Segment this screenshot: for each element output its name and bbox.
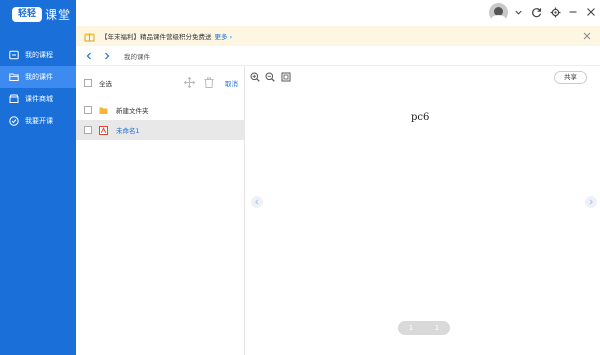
account-dropdown-button[interactable] <box>512 6 524 18</box>
zoom-out-icon[interactable] <box>265 72 275 82</box>
file-panel: 全选 取消 新建文件夹 未命名1 <box>76 66 245 355</box>
next-slide-button[interactable] <box>585 196 597 208</box>
sidebar-item-label: 我要开课 <box>25 117 53 125</box>
row-checkbox[interactable] <box>84 106 92 114</box>
row-checkbox[interactable] <box>84 126 92 134</box>
page-current: 1 <box>408 324 414 332</box>
minimize-icon <box>569 11 577 13</box>
gift-icon <box>84 33 95 41</box>
select-all-label[interactable]: 全选 <box>99 78 112 88</box>
check-circle-icon <box>9 116 19 126</box>
notice-close-icon[interactable] <box>582 31 592 41</box>
title-bar <box>76 0 600 26</box>
minimize-button[interactable] <box>567 6 579 18</box>
fit-screen-icon[interactable] <box>281 72 291 82</box>
settings-button[interactable] <box>549 6 561 18</box>
sidebar-item-open-course[interactable]: 我要开课 <box>0 110 76 132</box>
close-button[interactable] <box>585 6 597 18</box>
chevron-left-icon <box>86 52 91 59</box>
logo-mark: 轻轻 <box>12 6 42 22</box>
page-total: 1 <box>434 324 440 332</box>
file-name: 新建文件夹 <box>116 107 149 115</box>
chevron-left-icon <box>255 199 259 205</box>
chevron-right-icon <box>105 52 110 59</box>
notice-more-label: 更多 <box>214 33 228 41</box>
zoom-in-icon[interactable] <box>250 72 260 82</box>
avatar[interactable] <box>489 3 508 22</box>
list-item[interactable]: 新建文件夹 <box>76 100 244 120</box>
ppt-file-icon <box>99 125 108 135</box>
sidebar-item-my-courses[interactable]: 我的课程 <box>0 44 76 66</box>
course-icon <box>9 50 19 60</box>
breadcrumb: 我的课件 <box>76 46 600 66</box>
sidebar-item-label: 我的课件 <box>25 73 53 81</box>
cancel-button[interactable]: 取消 <box>225 78 238 88</box>
file-name: 未命名1 <box>116 127 140 135</box>
notice-bar: 【年末福利】精品课件营级积分免费送 更多 › <box>76 26 600 46</box>
preview-panel: 共享 pc6 1 1 <box>245 66 600 355</box>
close-icon <box>587 8 595 16</box>
breadcrumb-current: 我的课件 <box>124 52 150 61</box>
slide-content-text: pc6 <box>411 112 430 123</box>
refresh-icon <box>531 7 541 17</box>
store-icon <box>9 94 19 103</box>
back-button[interactable] <box>82 49 96 63</box>
notice-text: 【年末福利】精品课件营级积分免费送 <box>101 33 212 41</box>
sidebar-item-label: 课件商城 <box>25 95 53 103</box>
sidebar: 轻轻 课堂 我的课程 我的课件 课件商城 我要开课 <box>0 0 76 355</box>
list-item[interactable]: 未命名1 <box>76 120 244 140</box>
forward-button[interactable] <box>100 49 114 63</box>
chevron-right-icon <box>589 199 593 205</box>
avatar-body <box>491 15 506 22</box>
move-icon[interactable] <box>184 77 195 88</box>
folder-icon <box>9 73 19 81</box>
sidebar-item-my-courseware[interactable]: 我的课件 <box>0 66 76 88</box>
prev-slide-button[interactable] <box>251 196 263 208</box>
trash-icon[interactable] <box>204 77 214 88</box>
gear-icon <box>550 7 560 17</box>
sidebar-item-label: 我的课程 <box>25 51 53 59</box>
file-panel-header: 全选 取消 <box>76 66 244 100</box>
logo-text: 课堂 <box>45 7 72 22</box>
select-all-checkbox[interactable] <box>84 79 92 87</box>
refresh-button[interactable] <box>530 6 542 18</box>
notice-more-link[interactable]: 更多 › <box>215 31 233 41</box>
share-button[interactable]: 共享 <box>554 71 587 84</box>
sidebar-nav: 我的课程 我的课件 课件商城 我要开课 <box>0 44 76 132</box>
folder-icon <box>99 107 108 114</box>
page-indicator: 1 1 <box>398 321 450 335</box>
app-logo[interactable]: 轻轻 课堂 <box>12 5 71 23</box>
chevron-down-icon <box>514 10 522 15</box>
sidebar-item-store[interactable]: 课件商城 <box>0 88 76 110</box>
